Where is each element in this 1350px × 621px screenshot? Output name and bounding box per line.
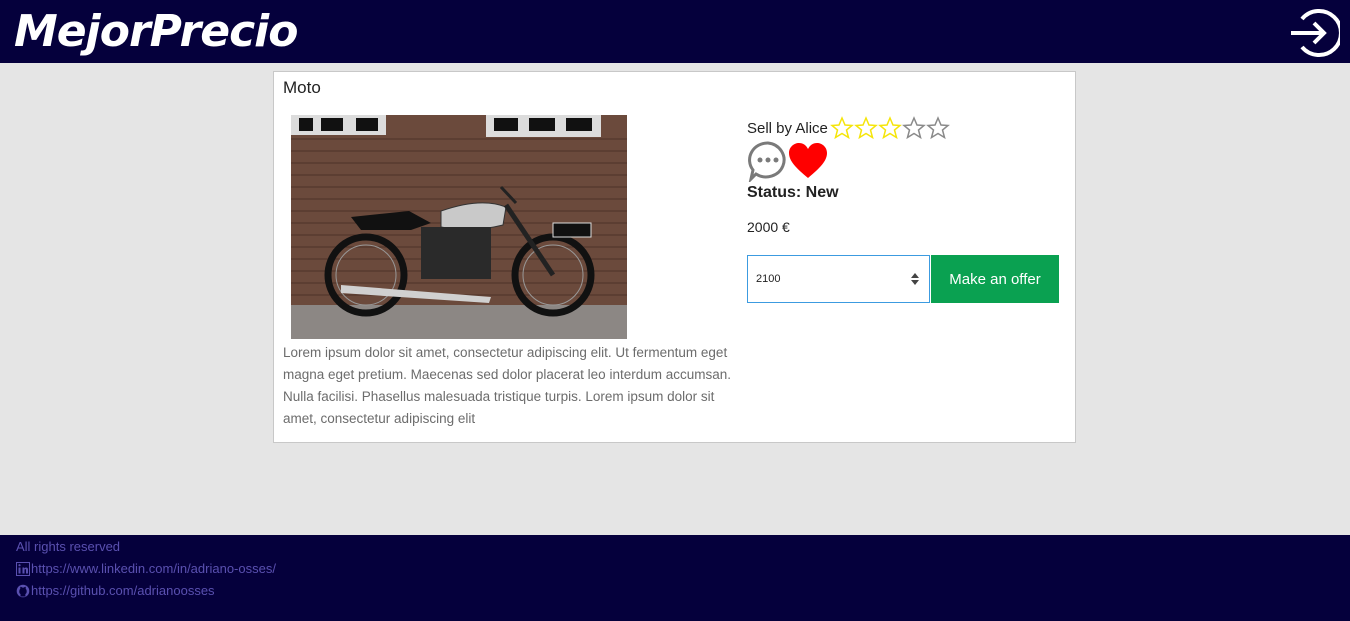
product-description: Lorem ipsum dolor sit amet, consectetur …: [283, 345, 731, 426]
seller-label[interactable]: Sell by Alice: [747, 120, 828, 137]
star-empty-icon[interactable]: [925, 116, 950, 140]
star-filled-icon[interactable]: [877, 116, 902, 140]
linkedin-row: https://www.linkedin.com/in/adriano-osse…: [16, 561, 276, 576]
product-title: Moto: [283, 78, 321, 97]
linkedin-link[interactable]: https://www.linkedin.com/in/adriano-osse…: [31, 561, 276, 576]
rights-text: All rights reserved: [16, 539, 121, 554]
product-card: Moto Lorem ipsum dolor sit amet, consect…: [273, 71, 1076, 443]
star-filled-icon[interactable]: [853, 116, 878, 140]
offer-input-wrapper: [747, 255, 930, 303]
product-status: Status: New: [747, 184, 839, 201]
star-filled-icon[interactable]: [829, 116, 854, 140]
chat-bubble-icon[interactable]: [747, 140, 789, 182]
linkedin-icon: [16, 561, 30, 576]
star-empty-icon[interactable]: [901, 116, 926, 140]
github-row: https://github.com/adrianoosses: [16, 583, 215, 598]
product-price: 2000 €: [747, 219, 790, 235]
github-link[interactable]: https://github.com/adrianoosses: [31, 583, 215, 598]
rating-stars: [829, 116, 950, 140]
motorcycle-photo: [291, 115, 627, 339]
header: MejorPrecio: [0, 0, 1350, 63]
logo[interactable]: MejorPrecio: [14, 2, 298, 62]
make-offer-button[interactable]: Make an offer: [931, 255, 1059, 303]
github-icon: [16, 584, 30, 597]
offer-amount-input[interactable]: [748, 256, 929, 302]
actions-row: [747, 140, 828, 182]
number-spinner-icon[interactable]: [910, 271, 920, 287]
footer: All rights reserved https://www.linkedin…: [0, 535, 1350, 621]
heart-icon[interactable]: [788, 142, 828, 180]
sign-in-icon[interactable]: [1288, 7, 1340, 59]
seller-row: Sell by Alice: [747, 116, 950, 140]
